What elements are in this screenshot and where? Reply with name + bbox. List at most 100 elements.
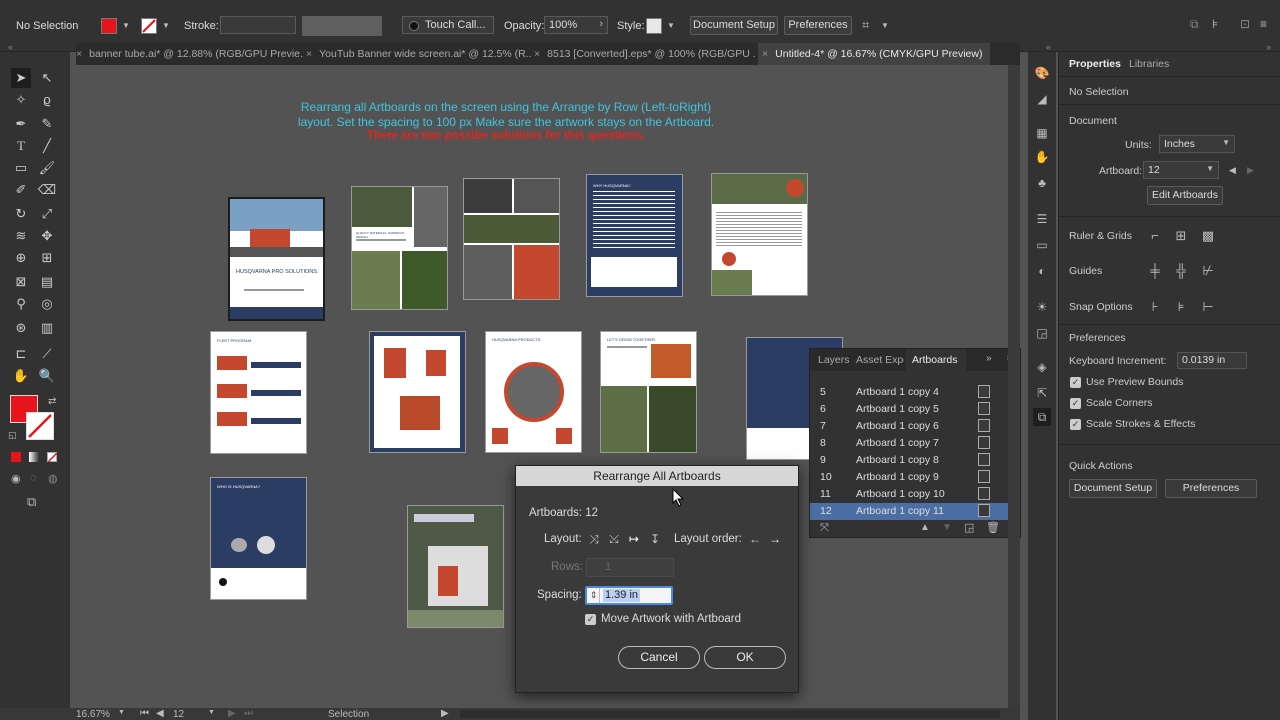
tab-libraries[interactable]: Libraries	[1129, 58, 1169, 70]
artboard-thumbnail[interactable]: FLEET PROGRAM.	[210, 331, 307, 454]
gradient-tool-icon[interactable]: ▤	[37, 272, 57, 292]
grid-by-row-icon[interactable]: ⤨	[586, 531, 602, 547]
line-tool-icon[interactable]: ╱	[37, 136, 57, 156]
layers-icon[interactable]: ◈	[1033, 358, 1051, 376]
none-mode-icon[interactable]	[47, 452, 58, 463]
snap-to-grid-icon[interactable]: ⊧	[1173, 299, 1189, 315]
chevron-down-icon[interactable]: ▼	[121, 21, 131, 31]
last-artboard-icon[interactable]: ⏭	[244, 708, 253, 719]
scale-corners-checkbox[interactable]: ✓	[1070, 398, 1081, 409]
stroke-color-box[interactable]	[26, 412, 54, 440]
artboard-thumbnail[interactable]: HUSQVARNA PRODUCTS.	[485, 331, 582, 453]
zoom-tool-icon[interactable]: 🔍	[37, 366, 57, 386]
transform-icon[interactable]: ⌗	[862, 17, 869, 33]
arrange-by-row-icon[interactable]: ↦	[626, 531, 642, 547]
artboard-thumbnail[interactable]: LET'S GROW TOGETHER.	[600, 331, 697, 453]
tab-banner-tube[interactable]: × banner tube.ai* @ 12.88% (RGB/GPU Previ…	[76, 43, 304, 65]
right-to-left-icon[interactable]: →	[767, 531, 783, 547]
next-artboard-icon[interactable]: ▶	[228, 708, 236, 719]
color-guide-icon[interactable]: ◢	[1033, 90, 1051, 108]
slice-tool-icon[interactable]: ⟋	[37, 344, 57, 364]
direct-selection-tool-icon[interactable]: ↖	[37, 68, 57, 88]
mesh-tool-icon[interactable]: ⊠	[11, 272, 31, 292]
artboard-options-icon[interactable]	[978, 385, 990, 398]
close-icon[interactable]: ×	[76, 48, 82, 60]
artboard-number-field[interactable]: 12	[173, 709, 184, 720]
preferences-button[interactable]: Preferences	[784, 16, 852, 35]
paintbrush-tool-icon[interactable]: 🖌	[37, 158, 57, 178]
ruler-icon[interactable]: ⌐	[1147, 228, 1163, 244]
artboard-options-icon[interactable]	[978, 470, 990, 483]
brush-definition-dropdown[interactable]: Touch Call...	[402, 16, 494, 34]
artboard-thumbnail[interactable]	[463, 178, 560, 300]
rows-field[interactable]: 1	[586, 558, 674, 577]
gradient-mode-icon[interactable]	[29, 452, 39, 462]
draw-behind-icon[interactable]: ◌	[30, 472, 37, 484]
list-item[interactable]: 9 Artboard 1 copy 8	[810, 452, 1010, 469]
artboard-thumbnail[interactable]: HUSQVARNA PRO SOLUTIONS.	[228, 197, 325, 321]
scale-tool-icon[interactable]: ⤢	[37, 204, 57, 224]
cancel-button[interactable]: Cancel	[618, 646, 700, 669]
style-swatch[interactable]	[646, 18, 662, 34]
collapse-toolbar-icon[interactable]: «	[8, 42, 13, 52]
arrange-by-column-icon[interactable]: ↧	[647, 531, 663, 547]
draw-inside-icon[interactable]: ◍	[48, 472, 58, 485]
collapse-icon[interactable]: »	[1266, 42, 1271, 52]
shaper-tool-icon[interactable]: ✐	[11, 180, 31, 200]
stepper-icon[interactable]: ⇕	[588, 588, 600, 603]
align-icon[interactable]: ⧉	[1190, 17, 1199, 32]
guides-icon[interactable]: ╪	[1147, 263, 1163, 279]
list-item[interactable]: 5 Artboard 1 copy 4	[810, 384, 1010, 401]
artboard-options-icon[interactable]	[978, 487, 990, 500]
magic-wand-tool-icon[interactable]: ✧	[11, 90, 31, 110]
chevron-down-icon[interactable]: ▼	[208, 709, 215, 716]
tab-artboards[interactable]: Artboards	[912, 354, 958, 366]
previous-artboard-icon[interactable]: ◀	[1229, 165, 1236, 176]
canvas-vertical-scrollbar[interactable]	[1008, 65, 1020, 708]
artboard-thumbnail[interactable]: WHO IS HUSQVARNA?	[210, 477, 307, 600]
pen-tool-icon[interactable]: ✒	[11, 114, 31, 134]
chevron-down-icon[interactable]: ▼	[880, 21, 890, 31]
tab-layers[interactable]: Layers	[818, 354, 850, 366]
opacity-field[interactable]: 100% ›	[544, 16, 608, 34]
trash-icon[interactable]: 🗑	[986, 521, 1000, 534]
hand-tool-icon[interactable]: ✋	[11, 366, 31, 386]
artboard-options-icon[interactable]	[978, 453, 990, 466]
grid-icon[interactable]: ⊞	[1173, 228, 1189, 244]
list-item[interactable]: 8 Artboard 1 copy 7	[810, 435, 1010, 452]
draw-normal-icon[interactable]: ◉	[11, 472, 21, 485]
collapse-panels-icon[interactable]: «	[1046, 42, 1051, 52]
swatches-icon[interactable]: ▦	[1033, 124, 1051, 142]
artboard-options-icon[interactable]	[978, 402, 990, 415]
symbol-sprayer-tool-icon[interactable]: ⊛	[11, 318, 31, 338]
curvature-tool-icon[interactable]: ✎	[37, 114, 57, 134]
units-dropdown[interactable]: Inches ▼	[1159, 135, 1235, 153]
warp-tool-icon[interactable]: ≋	[11, 226, 31, 246]
shape-builder-tool-icon[interactable]: ⊕	[11, 248, 31, 268]
tab-asset-export[interactable]: Asset Expo	[856, 354, 904, 366]
artboards-icon[interactable]: ⧉	[1033, 408, 1051, 426]
close-icon[interactable]: ×	[534, 48, 540, 60]
chevron-down-icon[interactable]: ▼	[118, 709, 125, 716]
list-item-selected[interactable]: 12 Artboard 1 copy 11	[810, 503, 1010, 520]
gradient-panel-icon[interactable]: ▭	[1033, 236, 1051, 254]
selection-tool-icon[interactable]: ➤	[11, 68, 31, 88]
keyboard-increment-field[interactable]: 0.0139 in	[1177, 352, 1247, 369]
color-panel-icon[interactable]: 🎨	[1033, 64, 1051, 82]
list-item[interactable]: 11 Artboard 1 copy 10	[810, 486, 1010, 503]
document-setup-button[interactable]: Document Setup	[1069, 479, 1157, 498]
menu-icon[interactable]: ≡	[1260, 17, 1267, 31]
list-item[interactable]: 7 Artboard 1 copy 6	[810, 418, 1010, 435]
artboard-thumbnail[interactable]	[369, 331, 466, 453]
snap-to-point-icon[interactable]: ⊦	[1147, 299, 1163, 315]
tab-youtube-banner[interactable]: × YouTub Banner wide screen.ai* @ 12.5% (…	[306, 43, 532, 65]
chevron-down-icon[interactable]: ▼	[666, 21, 676, 31]
stroke-swatch[interactable]	[141, 18, 157, 34]
artboard-thumbnail[interactable]	[407, 505, 504, 628]
previous-artboard-icon[interactable]: ◀	[156, 708, 164, 719]
ok-button[interactable]: OK	[704, 646, 786, 669]
artboard-thumbnail[interactable]: QUALITY MATERIALS. SUPERIOR DESIGN.	[351, 186, 448, 310]
brushes-icon[interactable]: ✋	[1033, 148, 1051, 166]
artboard-options-icon[interactable]	[978, 504, 990, 517]
close-icon[interactable]: ×	[306, 48, 312, 60]
